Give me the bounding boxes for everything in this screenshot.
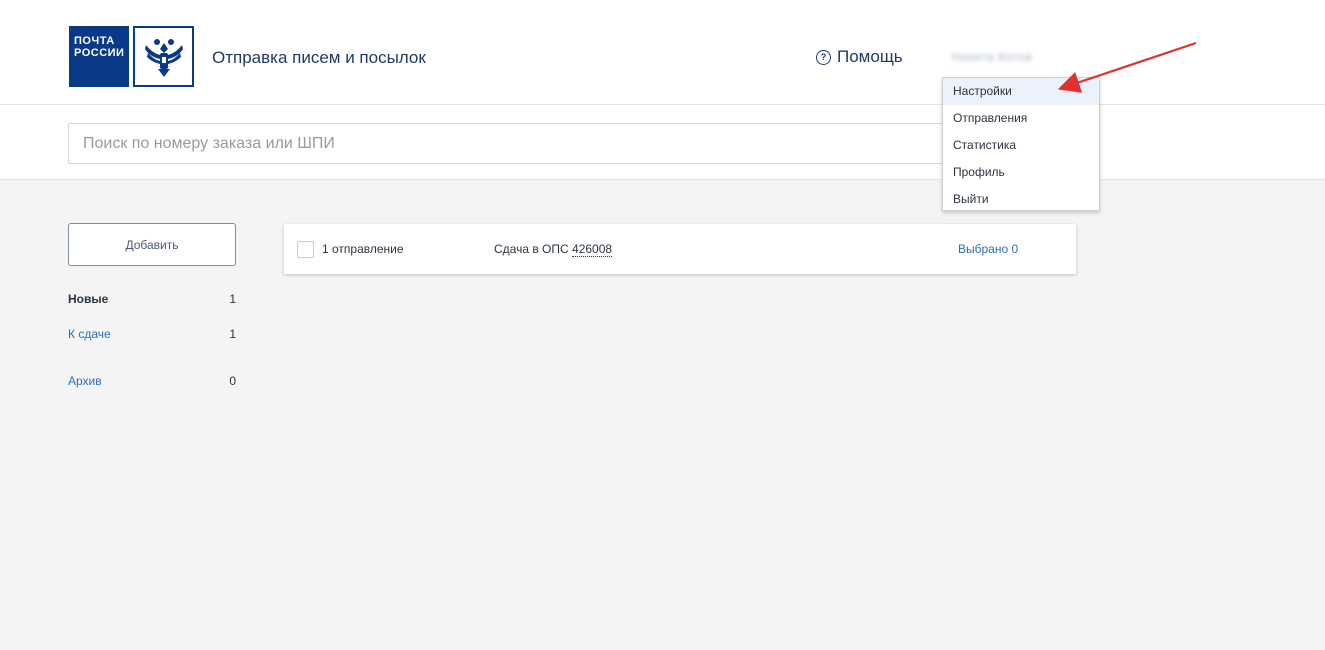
sidebar-item-count: 1 [229,327,236,341]
russian-post-logo[interactable]: ПОЧТА РОССИИ [69,26,194,87]
sidebar-item-label: Новые [68,292,109,306]
app-title[interactable]: Отправка писем и посылок [212,48,426,68]
menu-item-shipments[interactable]: Отправления [943,105,1099,132]
help-label: Помощь [837,47,903,66]
selected-count: Выбрано 0 [958,242,1019,256]
sidebar-item-new[interactable]: Новые 1 [68,292,238,310]
logo-wordmark: ПОЧТА РОССИИ [69,26,129,87]
add-button[interactable]: Добавить [68,223,236,266]
search-input[interactable] [68,123,948,164]
menu-item-settings[interactable]: Настройки [943,78,1099,105]
search-bar [0,105,1325,180]
sidebar-item-count: 0 [229,374,236,388]
sidebar-item-count: 1 [229,292,236,306]
user-menu-toggle[interactable]: Никита Котов [952,50,1033,64]
handover-label: Сдача в ОПС [494,242,569,256]
logo-line-1: ПОЧТА [74,35,115,47]
handover-info: Сдача в ОПС 426008 [494,242,613,257]
menu-item-profile[interactable]: Профиль [943,159,1099,186]
menu-item-logout[interactable]: Выйти [943,186,1099,213]
sidebar-item-label: Архив [68,374,102,388]
user-dropdown-menu: Настройки Отправления Статистика Профиль… [942,77,1100,211]
logo-line-2: РОССИИ [74,47,125,59]
menu-item-statistics[interactable]: Статистика [943,132,1099,159]
shipment-batch-card: 1 отправление Сдача в ОПС 426008 Выбрано… [284,224,1076,274]
select-all-checkbox[interactable] [297,241,314,258]
sidebar-item-to-handover[interactable]: К сдаче 1 [68,327,238,345]
header: ПОЧТА РОССИИ Отправка писем и посылок ? … [0,0,1325,105]
help-link[interactable]: ? Помощь [816,47,903,67]
shipment-count: 1 отправление [322,242,404,256]
help-circle-icon: ? [816,49,831,65]
double-headed-eagle-emblem-icon [133,26,194,87]
sidebar-item-archive[interactable]: Архив 0 [68,374,238,392]
ops-code-link[interactable]: 426008 [572,242,613,257]
sidebar-item-label: К сдаче [68,327,111,341]
